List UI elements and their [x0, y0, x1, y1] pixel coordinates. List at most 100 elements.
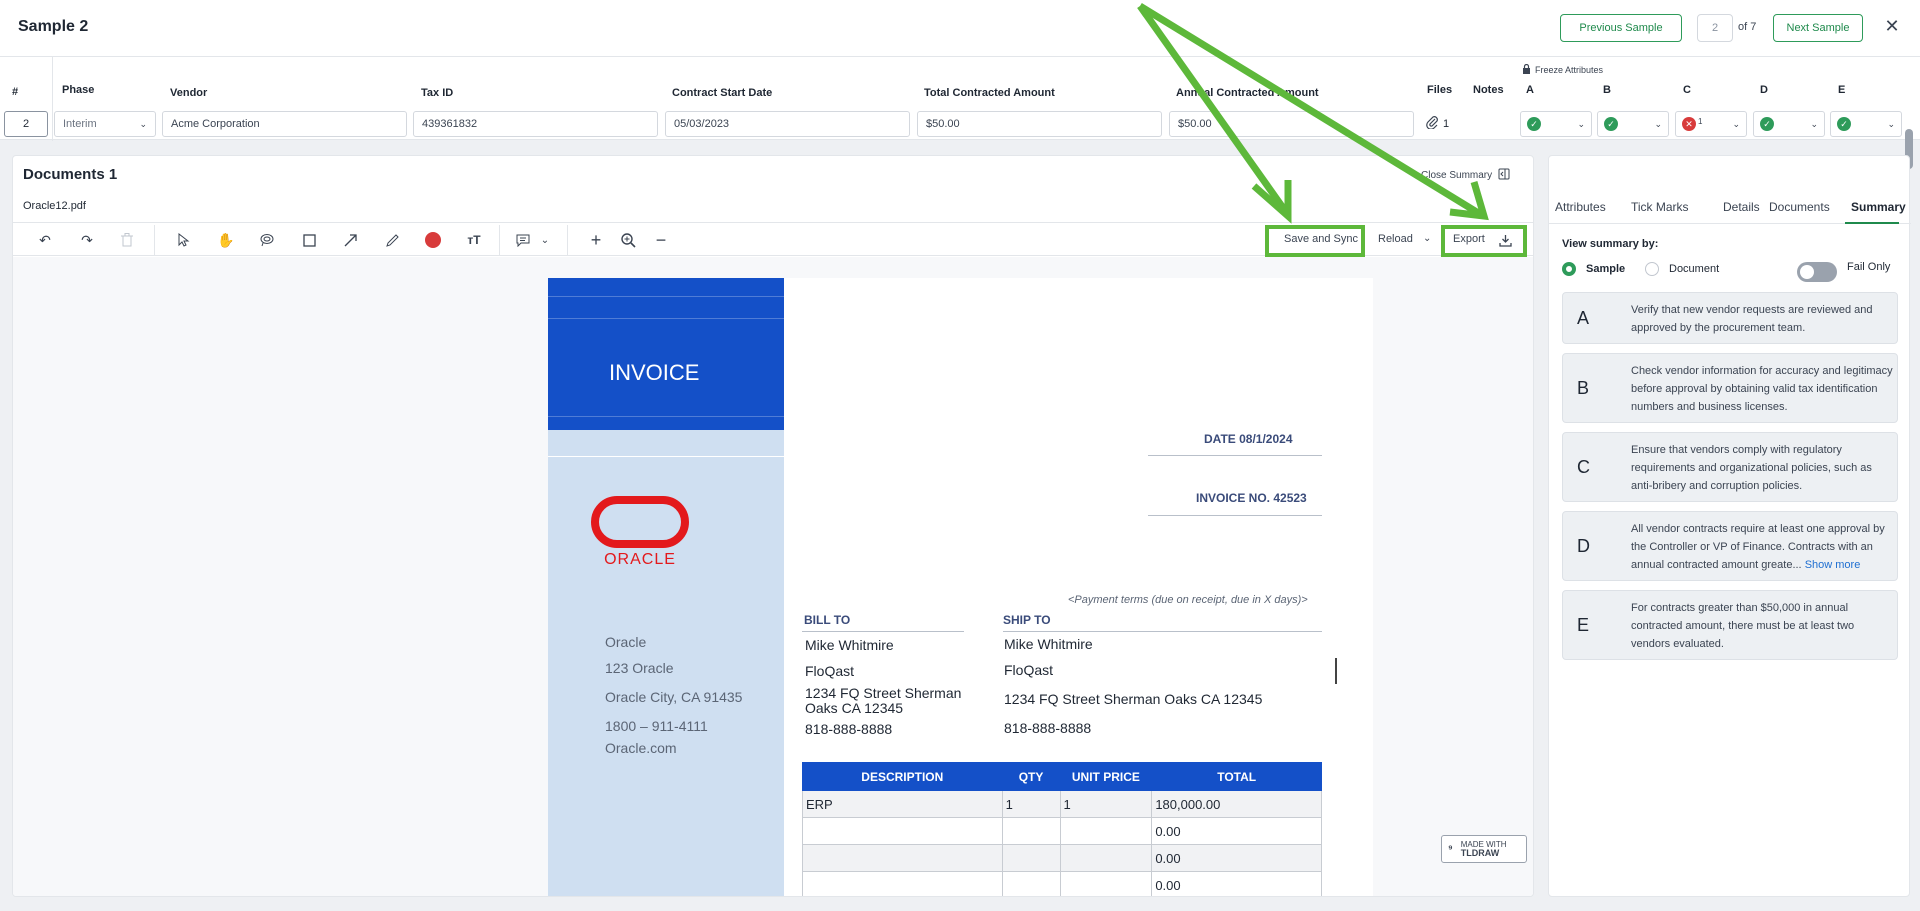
document-filename[interactable]: Oracle12.pdf	[23, 200, 86, 212]
summary-card-b: B Check vendor information for accuracy …	[1562, 353, 1898, 423]
vendor-field[interactable]: Acme Corporation	[162, 111, 407, 137]
col-header-files: Files	[1427, 84, 1453, 96]
hand-icon[interactable]: ✋	[216, 230, 236, 250]
arrow-icon[interactable]	[340, 230, 360, 250]
previous-sample-button[interactable]: Previous Sample	[1560, 14, 1682, 42]
table-cell: 1	[1059, 790, 1153, 818]
summary-card-a: A Verify that new vendor requests are re…	[1562, 292, 1898, 344]
annual-contracted-field[interactable]: $50.00	[1169, 111, 1414, 137]
contract-start-field[interactable]: 05/03/2023	[665, 111, 910, 137]
chevron-down-icon[interactable]: ⌄	[535, 230, 555, 250]
summary-card-c: C Ensure that vendors comply with regula…	[1562, 432, 1898, 502]
color-dot-icon[interactable]	[423, 230, 443, 250]
header-line	[548, 296, 784, 297]
next-sample-button[interactable]: Next Sample	[1773, 14, 1863, 42]
minus-icon[interactable]: −	[651, 230, 671, 250]
col-header-a: A	[1526, 84, 1534, 96]
table-cell: 180,000.00	[1151, 790, 1322, 818]
tldraw-badge-bottom: TLDRAW	[1460, 848, 1500, 858]
attribute-d-select[interactable]: ✓ ⌄	[1753, 111, 1825, 137]
invoice-rule	[1148, 515, 1322, 516]
undo-icon[interactable]: ↶	[35, 230, 55, 250]
lock-icon	[1522, 63, 1531, 76]
table-cell: 0.00	[1151, 817, 1322, 845]
zoom-in-icon[interactable]	[618, 230, 638, 250]
close-icon[interactable]: ✕	[1882, 16, 1902, 36]
files-count-value: 1	[1443, 118, 1450, 130]
lasso-icon[interactable]	[257, 230, 277, 250]
card-description: All vendor contracts require at least on…	[1631, 520, 1893, 574]
page-number-input[interactable]: 2	[1697, 14, 1733, 42]
document-canvas[interactable]: INVOICE ORACLE Oracle 123 Oracle Oracle …	[13, 257, 1533, 896]
tab-tick-marks[interactable]: Tick Marks	[1631, 200, 1689, 214]
fail-only-toggle[interactable]	[1797, 262, 1837, 282]
col-header-notes: Notes	[1473, 84, 1504, 96]
show-more-link[interactable]: Show more	[1805, 559, 1861, 571]
files-count[interactable]: 1	[1426, 116, 1449, 132]
col-header-annual-contracted: Annual Contracted Amount	[1176, 87, 1319, 99]
ship-to-name: Mike Whitmire	[1004, 636, 1093, 652]
ship-to-company: FloQast	[1004, 662, 1054, 678]
trash-icon[interactable]	[117, 230, 137, 250]
close-summary-button[interactable]: Close Summary	[1421, 168, 1510, 183]
freeze-attributes[interactable]: Freeze Attributes	[1522, 63, 1603, 76]
tab-summary[interactable]: Summary	[1851, 200, 1906, 214]
reload-button[interactable]: Reload	[1378, 233, 1413, 245]
bill-to-phone: 818-888-8888	[805, 721, 893, 737]
phase-value: Interim	[63, 118, 97, 130]
chevron-down-icon: ⌄	[1577, 118, 1585, 129]
header-line	[548, 318, 784, 319]
header-bar: Sample 2 Previous Sample 2 of 7 Next Sam…	[0, 0, 1920, 56]
page-total: of 7	[1738, 21, 1757, 33]
text-size-icon[interactable]: тT	[464, 230, 484, 250]
card-letter: B	[1577, 378, 1590, 398]
table-cell	[1059, 844, 1153, 872]
page-title: Sample 2	[18, 18, 89, 35]
tab-documents[interactable]: Documents	[1769, 200, 1830, 214]
chevron-down-icon: ⌄	[1654, 118, 1662, 129]
svg-text:ORACLE: ORACLE	[604, 551, 676, 568]
table-cell	[802, 871, 1003, 896]
plus-icon[interactable]: +	[586, 230, 606, 250]
toolbar-divider	[499, 225, 500, 255]
rectangle-icon[interactable]	[299, 230, 319, 250]
radio-sample[interactable]: Sample	[1562, 262, 1625, 276]
view-summary-label: View summary by:	[1562, 238, 1659, 250]
invoice-title: INVOICE	[609, 360, 700, 385]
total-contracted-field[interactable]: $50.00	[917, 111, 1162, 137]
table-cell	[1001, 844, 1061, 872]
redo-icon[interactable]: ↷	[77, 230, 97, 250]
phase-select[interactable]: Interim ⌄	[54, 111, 156, 137]
made-with-tldraw-badge[interactable]: ⁹ MADE WITH TLDRAW	[1441, 835, 1527, 863]
tax-id-field[interactable]: 439361832	[413, 111, 658, 137]
select-icon[interactable]	[174, 230, 194, 250]
table-cell: ERP	[802, 790, 1003, 818]
company-name: Oracle	[605, 634, 647, 650]
card-description: Ensure that vendors comply with regulato…	[1631, 444, 1872, 492]
radio-document-label: Document	[1669, 263, 1720, 275]
col-header-vendor: Vendor	[170, 87, 208, 99]
table-header-row: DESCRIPTION QTY UNIT PRICE TOTAL	[802, 762, 1322, 791]
tab-attributes[interactable]: Attributes	[1555, 200, 1606, 214]
toolbar-divider	[154, 225, 155, 255]
sample-grid: Freeze Attributes # Phase Vendor Tax ID …	[0, 56, 1920, 169]
invoice-header-block: INVOICE	[548, 278, 784, 430]
radio-document[interactable]: Document	[1645, 262, 1719, 276]
attribute-b-select[interactable]: ✓ ⌄	[1597, 111, 1669, 137]
ship-to-address: 1234 FQ Street Sherman Oaks CA 12345	[1004, 691, 1263, 707]
tab-details[interactable]: Details	[1723, 200, 1760, 214]
attribute-e-select[interactable]: ✓ ⌄	[1830, 111, 1902, 137]
chevron-down-icon[interactable]: ⌄	[1423, 233, 1431, 244]
pencil-icon[interactable]	[382, 230, 402, 250]
col-header-total-contracted: Total Contracted Amount	[924, 87, 1055, 99]
card-letter: D	[1577, 536, 1590, 556]
comment-icon[interactable]	[513, 230, 533, 250]
company-street: 123 Oracle	[605, 660, 674, 676]
col-header-d: D	[1760, 84, 1768, 96]
row-number-input[interactable]: 2	[4, 111, 48, 137]
attribute-c-select[interactable]: ✕ 1 ⌄	[1675, 111, 1747, 137]
radio-unselected-icon	[1645, 262, 1659, 276]
sidebar-line	[548, 456, 784, 457]
table-cell	[1059, 871, 1153, 896]
attribute-a-select[interactable]: ✓ ⌄	[1520, 111, 1592, 137]
